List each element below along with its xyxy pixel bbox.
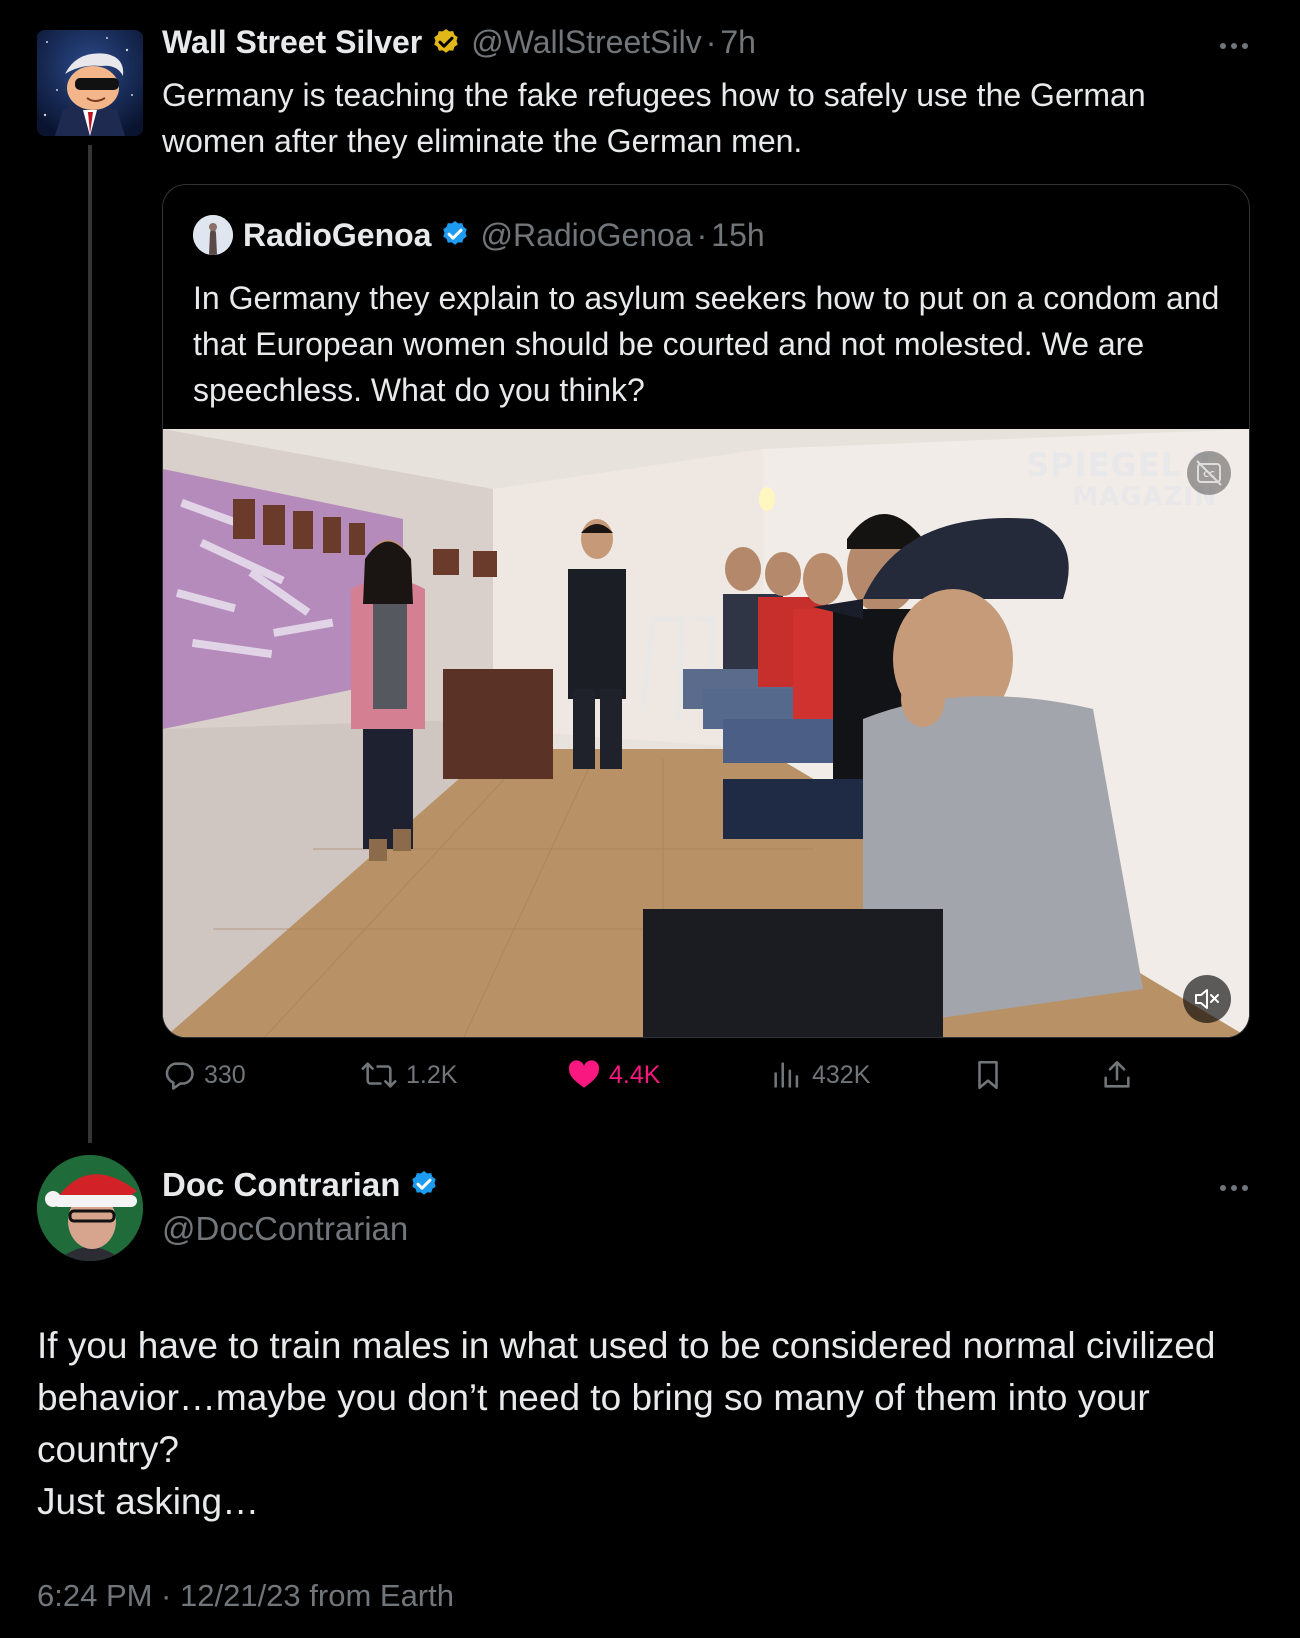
- avatar-image: [37, 30, 143, 136]
- avatar-image: [193, 215, 233, 255]
- reply-tweet-text: If you have to train males in what used …: [37, 1320, 1277, 1528]
- reply-tweet-header: Doc Contrarian: [162, 1166, 440, 1204]
- parent-tweet-header: Wall Street Silver @WallStreetSilv · 7h: [162, 24, 756, 61]
- reply-button[interactable]: 330: [162, 1055, 246, 1095]
- reply-text-line: Just asking…: [37, 1481, 260, 1522]
- bookmark-button[interactable]: [971, 1055, 1005, 1095]
- avatar-wall-street-silver[interactable]: [37, 30, 143, 136]
- tweet-action-bar: 330 1.2K 4.4K 432K: [162, 1055, 1142, 1095]
- separator-dot: ·: [696, 216, 708, 253]
- blue-check-badge-icon[interactable]: [439, 219, 471, 251]
- repost-icon: [361, 1062, 397, 1088]
- author-name[interactable]: Wall Street Silver: [162, 24, 422, 61]
- share-button[interactable]: [1100, 1055, 1134, 1095]
- author-handle[interactable]: @WallStreetSilv: [471, 24, 701, 61]
- views-icon: [774, 1062, 799, 1088]
- views-button[interactable]: 432K: [770, 1055, 870, 1095]
- share-icon: [1104, 1060, 1130, 1088]
- avatar-radiogenoa[interactable]: [193, 215, 233, 255]
- repost-count: 1.2K: [406, 1060, 458, 1089]
- thread-connector-line: [88, 145, 92, 1143]
- reply-icon: [165, 1062, 194, 1090]
- quoted-author-name[interactable]: RadioGenoa: [243, 217, 431, 254]
- video-player[interactable]: SPIEGEL T MAGAZIN CC: [163, 429, 1249, 1037]
- reply-author-name[interactable]: Doc Contrarian: [162, 1166, 400, 1204]
- repost-button[interactable]: 1.2K: [360, 1055, 457, 1095]
- mute-button[interactable]: [1183, 975, 1231, 1023]
- quoted-tweet-time[interactable]: 15h: [711, 217, 764, 254]
- video-frame: [163, 429, 1249, 1037]
- tweet-timestamp[interactable]: 6:24 PM · 12/21/23 from Earth: [37, 1578, 454, 1614]
- heart-icon: [568, 1060, 600, 1088]
- blue-check-badge-icon[interactable]: [408, 1169, 440, 1201]
- quoted-tweet-header: RadioGenoa @RadioGenoa · 15h: [193, 215, 765, 255]
- more-options-icon[interactable]: [1220, 1185, 1248, 1191]
- avatar-doc-contrarian[interactable]: [37, 1155, 143, 1261]
- bookmark-icon: [978, 1060, 998, 1090]
- separator-dot: ·: [705, 24, 717, 60]
- like-button[interactable]: 4.4K: [567, 1055, 660, 1095]
- quoted-tweet-card[interactable]: RadioGenoa @RadioGenoa · 15h In Germany …: [162, 184, 1250, 1038]
- closed-captions-icon[interactable]: CC: [1187, 451, 1231, 495]
- more-options-icon[interactable]: [1220, 43, 1248, 49]
- reply-author-handle[interactable]: @DocContrarian: [162, 1210, 408, 1248]
- like-count: 4.4K: [609, 1060, 661, 1089]
- parent-tweet-text: Germany is teaching the fake refugees ho…: [162, 77, 1146, 159]
- reply-text-line: If you have to train males in what used …: [37, 1325, 1216, 1470]
- reply-count: 330: [204, 1060, 246, 1089]
- avatar-image: [37, 1155, 143, 1261]
- muted-speaker-icon: [1195, 989, 1219, 1009]
- gold-check-badge-icon[interactable]: [430, 27, 462, 59]
- tweet-time[interactable]: 7h: [720, 24, 756, 61]
- quoted-author-handle[interactable]: @RadioGenoa: [480, 217, 692, 254]
- views-count: 432K: [812, 1060, 871, 1089]
- quoted-tweet-text: In Germany they explain to asylum seeker…: [193, 280, 1220, 408]
